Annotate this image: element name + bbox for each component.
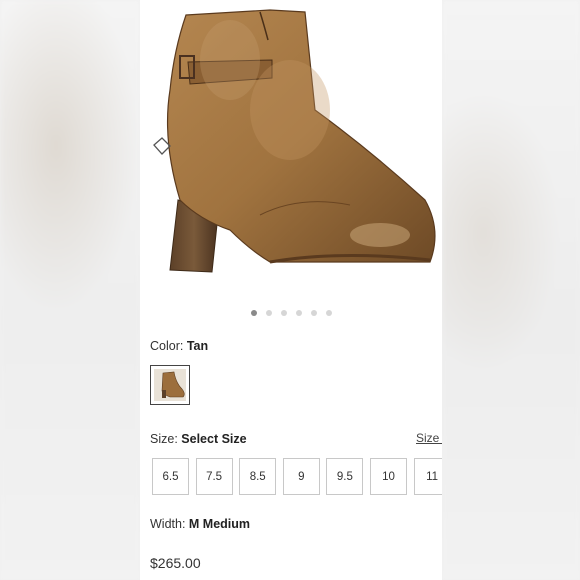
size-option-button[interactable]: 8.5	[239, 458, 277, 495]
background-blur-right	[442, 0, 580, 580]
width-value: M Medium	[188, 517, 251, 531]
size-option-button[interactable]: 10	[370, 458, 407, 495]
carousel-dot[interactable]	[250, 310, 257, 316]
carousel-dot[interactable]	[265, 310, 272, 316]
color-row: Color: Tan	[150, 339, 208, 353]
ankle-boot-image	[153, 9, 436, 273]
size-guide-link[interactable]: Size G	[416, 431, 442, 445]
carousel-dot[interactable]	[325, 310, 332, 316]
size-option-button[interactable]: 7.5	[195, 458, 233, 495]
size-option-button[interactable]: 11	[413, 458, 442, 495]
size-option-button[interactable]: 6.5	[152, 458, 189, 495]
width-label: Width:	[150, 517, 186, 531]
color-swatch-tan[interactable]	[150, 365, 190, 405]
color-label: Color:	[150, 339, 184, 353]
carousel-dot[interactable]	[280, 310, 287, 316]
size-option-button[interactable]: 9.5	[326, 458, 364, 495]
size-row: Size: Select Size	[150, 432, 247, 446]
background-blur-left	[0, 0, 140, 580]
product-image[interactable]	[140, 0, 442, 300]
width-row: Width: M Medium	[150, 517, 250, 531]
carousel-dot[interactable]	[310, 310, 317, 316]
carousel-dot[interactable]	[295, 310, 302, 316]
size-options: 6.5 7.5 8.5 9 9.5 10 11	[152, 458, 442, 498]
color-value: Tan	[186, 339, 209, 353]
size-option-button[interactable]: 9	[282, 458, 320, 495]
product-panel: Color: Tan Size: Select Size Size G 6.57…	[140, 0, 442, 580]
size-label: Size:	[150, 432, 178, 446]
carousel-indicator	[140, 310, 442, 318]
size-value: Select Size	[181, 432, 247, 446]
price: $265.00	[150, 555, 201, 571]
tan-boot-thumbnail-icon	[154, 369, 186, 401]
